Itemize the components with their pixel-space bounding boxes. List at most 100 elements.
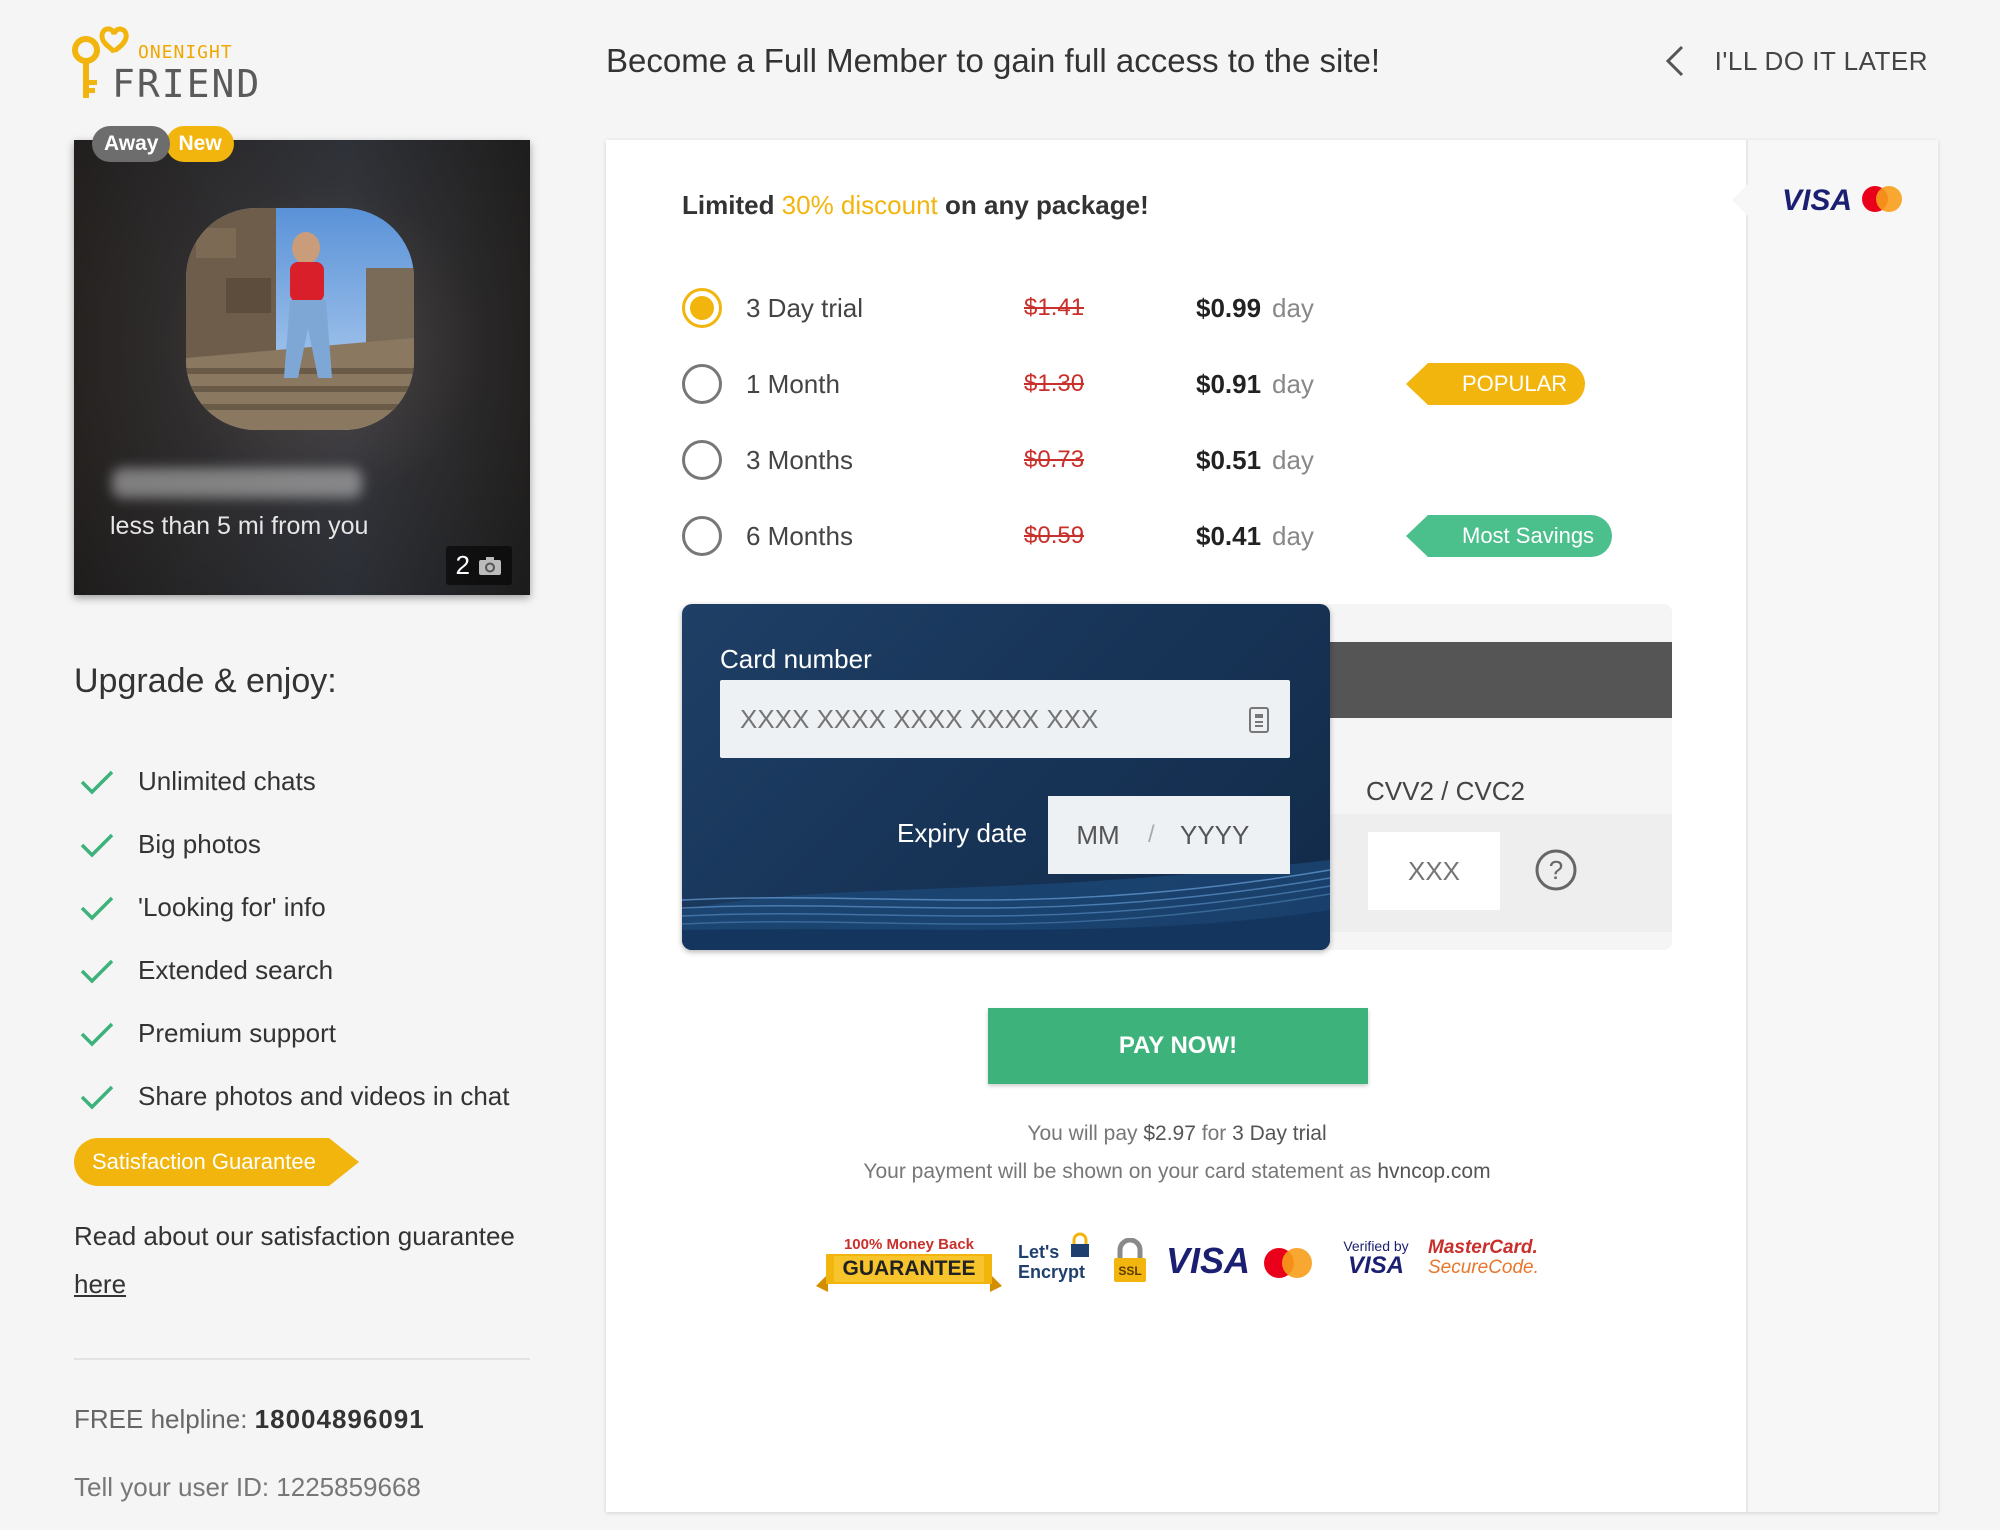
plan-radio[interactable] [682, 288, 722, 328]
status-badges: Away New [92, 126, 234, 162]
pay-note-plan: 3 Day trial [1232, 1122, 1327, 1145]
plan-name: 3 Months [746, 444, 853, 475]
pay-now-button[interactable]: PAY NOW! [988, 1008, 1368, 1084]
pay-note-prefix: You will pay [1027, 1122, 1144, 1145]
feature-label: 'Looking for' info [138, 892, 326, 922]
statement-domain: hvncop.com [1377, 1160, 1491, 1183]
visa-mastercard-badge: VISA [1166, 1240, 1312, 1282]
plan-unit: day [1272, 368, 1314, 399]
discount-banner: Limited 30% discount on any package! [682, 190, 1149, 221]
feature-label: Unlimited chats [138, 766, 316, 796]
profile-photo-image [186, 208, 414, 430]
checkmark-icon [80, 1022, 114, 1046]
plan-option-1-month[interactable]: 1 Month $1.30 $0.91 day POPULAR [682, 346, 1682, 422]
photo-count-badge[interactable]: 2 [445, 546, 512, 585]
discount-prefix: Limited [682, 190, 782, 220]
guarantee-info: Read about our satisfaction guarantee he… [74, 1212, 544, 1308]
feature-item: Extended search [80, 939, 509, 1002]
plan-price: $0.51 [1196, 444, 1262, 475]
payment-amount-note: You will pay $2.97 for 3 Day trial [682, 1122, 1672, 1146]
profile-photo[interactable] [186, 208, 414, 430]
plan-radio[interactable] [682, 440, 722, 480]
plan-name: 1 Month [746, 368, 840, 399]
logo-bottom-text: FRIEND [112, 62, 262, 106]
camera-icon [479, 556, 501, 575]
cvv-help-icon[interactable]: ? [1534, 848, 1578, 892]
satisfaction-guarantee-tag: Satisfaction Guarantee [74, 1138, 359, 1186]
money-back-text: 100% Money Back [843, 1236, 975, 1253]
payment-method-sidebar: VISA [1732, 140, 1938, 1512]
ssl-text: SSL [1118, 1264, 1142, 1278]
verified-by-visa-badge: Verified by VISA [1334, 1238, 1418, 1278]
securecode-text: SecureCode. [1428, 1257, 1539, 1278]
cvv-input[interactable] [1368, 832, 1500, 910]
plan-option-3-months[interactable]: 3 Months $0.73 $0.51 day [682, 422, 1682, 498]
statement-prefix: Your payment will be shown on your card … [863, 1160, 1378, 1183]
plan-old-price: $1.41 [1024, 294, 1085, 321]
plan-list: 3 Day trial $1.41 $0.99 day 1 Month $1.3… [682, 270, 1682, 574]
site-logo[interactable]: ONENIGHT FRIEND [72, 24, 259, 106]
statement-note: Your payment will be shown on your card … [682, 1160, 1672, 1184]
helpline: FREE helpline: 18004896091 [74, 1404, 425, 1435]
plan-price: $0.99 [1196, 292, 1262, 323]
new-badge: New [166, 126, 234, 162]
card-autofill-icon[interactable] [1248, 706, 1270, 734]
expiry-separator: / [1148, 821, 1155, 848]
helpline-label: FREE helpline: [74, 1404, 248, 1434]
expiry-year-field[interactable]: YYYY [1155, 820, 1275, 851]
feature-item: 'Looking for' info [80, 876, 509, 939]
mastercard-securecode-badge: MasterCard. SecureCode. [1428, 1237, 1539, 1278]
guarantee-tag-label: Satisfaction Guarantee [92, 1149, 316, 1174]
mastercard-text: MasterCard. [1428, 1237, 1538, 1258]
sidebar-pointer [1732, 184, 1748, 216]
feature-label: Extended search [138, 955, 334, 985]
photo-count-value: 2 [455, 550, 470, 580]
guarantee-here-link[interactable]: here [74, 1269, 126, 1299]
plan-name: 3 Day trial [746, 292, 864, 323]
discount-suffix: on any package! [937, 190, 1149, 220]
plan-option-6-months[interactable]: 6 Months $0.59 $0.41 day Most Savings [682, 498, 1682, 574]
lets-encrypt-lock-icon [1071, 1232, 1089, 1257]
mastercard-logo-icon [1862, 186, 1902, 212]
mastercard-circles-icon [1264, 1248, 1312, 1278]
plan-unit: day [1272, 292, 1314, 323]
encrypt-text: Encrypt [1018, 1262, 1086, 1282]
feature-item: Share photos and videos in chat [80, 1065, 509, 1128]
feature-item: Big photos [80, 813, 509, 876]
cvv-label: CVV2 / CVC2 [1366, 776, 1525, 806]
guarantee-text: GUARANTEE [842, 1257, 976, 1280]
feature-label: Premium support [138, 1018, 336, 1048]
visa-logo-icon: VISA [1782, 184, 1852, 214]
card-front: Card number Expiry date MM / YYYY [682, 604, 1330, 950]
expiry-input[interactable]: MM / YYYY [1048, 796, 1290, 874]
plan-name: 6 Months [746, 520, 853, 551]
user-id-text: Tell your user ID: 1225859668 [74, 1472, 421, 1502]
plan-radio[interactable] [682, 516, 722, 556]
plan-price: $0.91 [1196, 368, 1262, 399]
popular-tag: POPULAR [1405, 363, 1586, 405]
verified-visa-text: VISA [1347, 1252, 1404, 1279]
ssl-badge: SSL [1112, 1237, 1152, 1289]
card-number-label: Card number [720, 644, 872, 674]
page-title: Become a Full Member to gain full access… [606, 42, 1381, 79]
helpline-number[interactable]: 18004896091 [255, 1404, 425, 1434]
card-back: CVV2 / CVC2 ? [1270, 604, 1672, 950]
do-it-later-button[interactable]: I'LL DO IT LATER [1665, 44, 1928, 78]
plan-old-price: $1.30 [1024, 370, 1085, 397]
plan-old-price: $0.73 [1024, 446, 1085, 473]
plan-option-3-day-trial[interactable]: 3 Day trial $1.41 $0.99 day [682, 270, 1682, 346]
money-back-guarantee-badge: 100% Money Back GUARANTEE [816, 1236, 1002, 1297]
most-savings-tag: Most Savings [1405, 515, 1613, 557]
left-divider [74, 1358, 530, 1360]
card-method-selector[interactable]: VISA [1782, 184, 1904, 214]
plan-old-price: $0.59 [1024, 522, 1085, 549]
svg-text:VISA: VISA [1782, 184, 1852, 214]
plan-radio[interactable] [682, 364, 722, 404]
profile-card[interactable]: Away New less than 5 mi from you 2 [74, 126, 530, 595]
away-badge: Away [92, 126, 171, 162]
profile-distance: less than 5 mi from you [110, 512, 369, 540]
expiry-label: Expiry date [897, 818, 1028, 848]
visa-wordmark: VISA [1166, 1240, 1251, 1281]
card-number-input[interactable] [720, 680, 1290, 758]
expiry-month-field[interactable]: MM [1048, 820, 1148, 851]
